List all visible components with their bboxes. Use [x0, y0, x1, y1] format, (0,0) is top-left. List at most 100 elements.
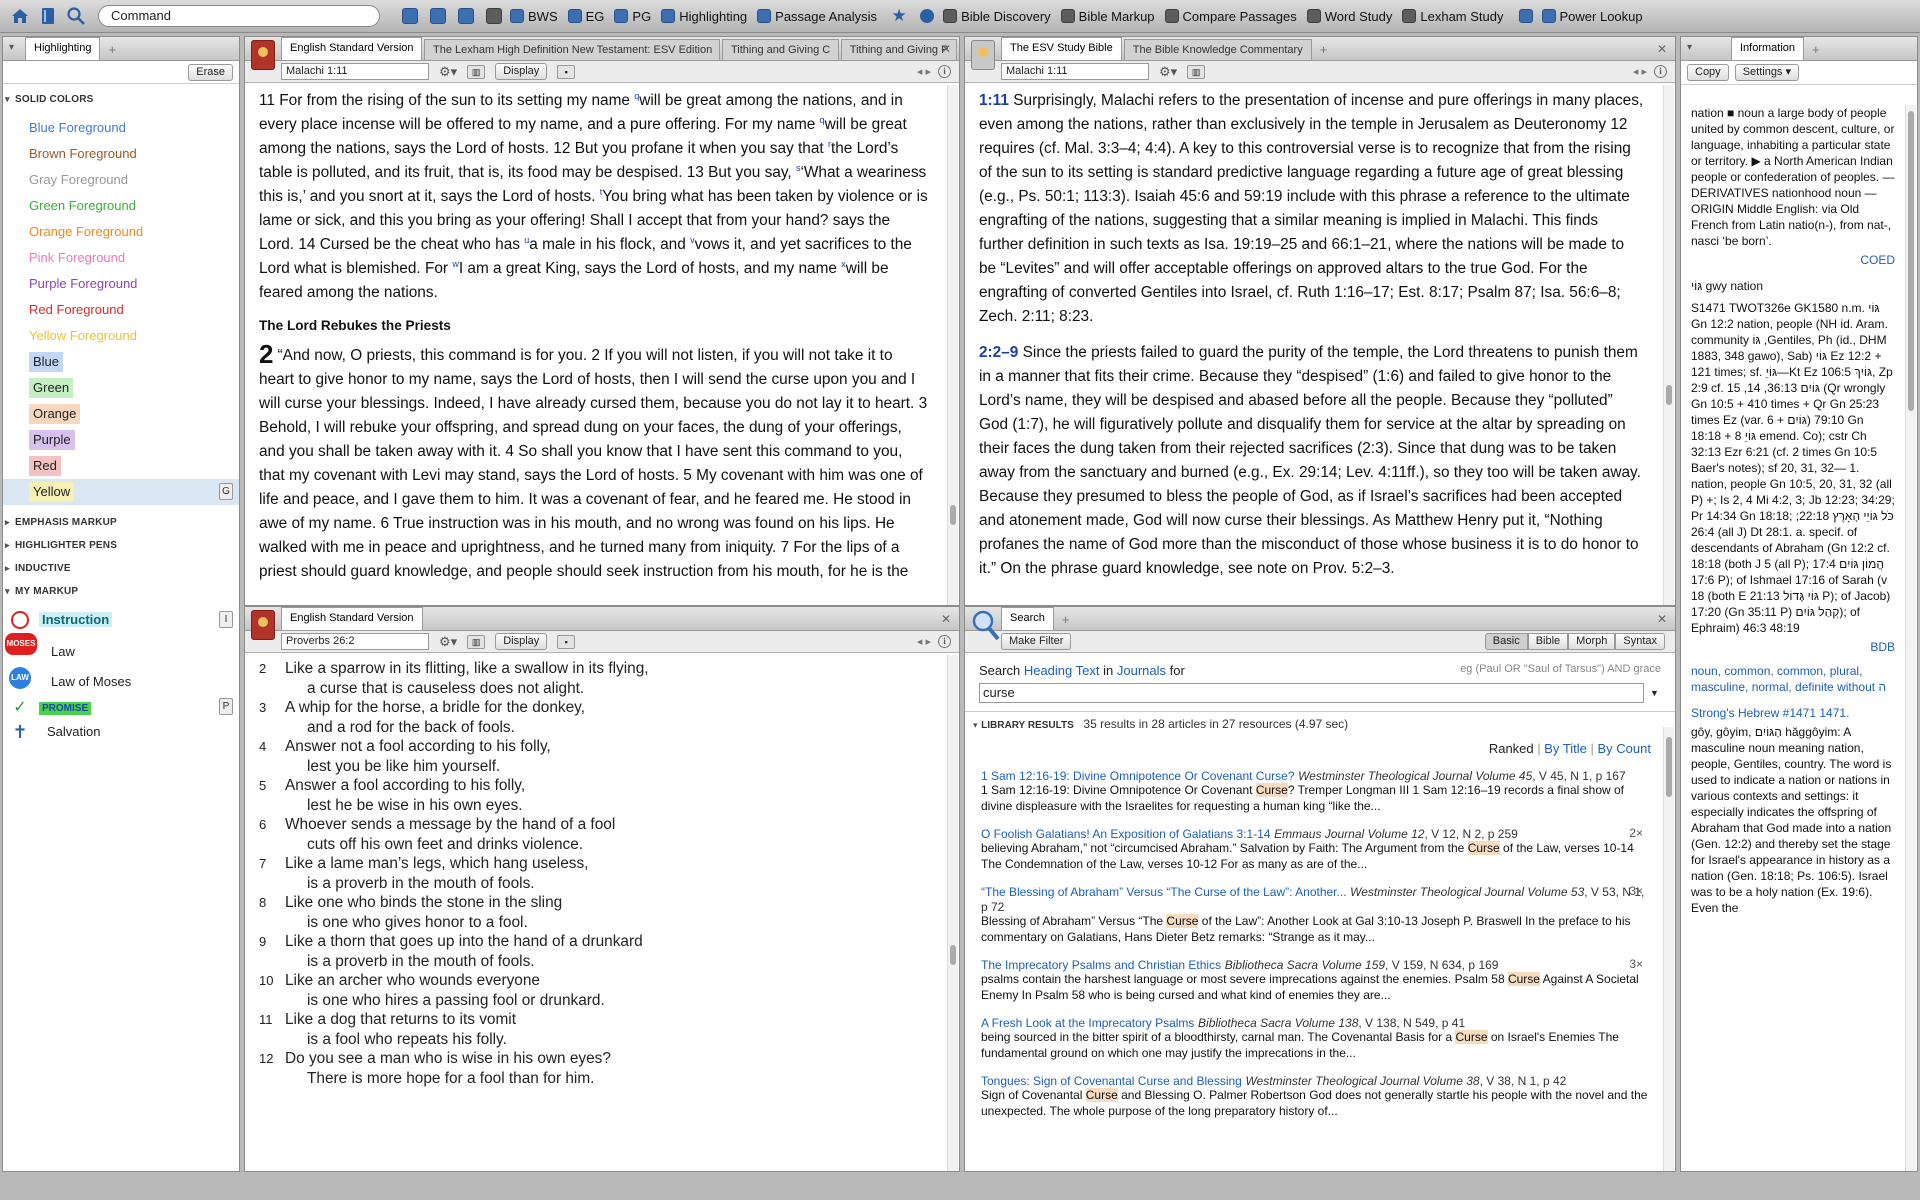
toolbar-power-lookup[interactable]: Power Lookup [1541, 9, 1643, 24]
verse-number[interactable]: 3 [259, 698, 266, 718]
toolbar-word-study[interactable]: Word Study [1306, 9, 1392, 24]
style-yellow-foreground[interactable]: Yellow Foreground [3, 323, 239, 349]
toolbar-compare-passages[interactable]: Compare Passages [1164, 9, 1297, 24]
esv-resource-icon[interactable] [251, 40, 275, 70]
tab-esv[interactable]: English Standard Version [281, 607, 423, 630]
note-reference[interactable]: 1:11 [979, 92, 1009, 109]
search-result[interactable]: Tongues: Sign of Covenantal Curse and Bl… [981, 1073, 1649, 1119]
parallel-resources-icon[interactable]: ▥ [1187, 64, 1206, 79]
reference-box[interactable]: Malachi 1:11 [1001, 63, 1149, 80]
strongs-heading[interactable]: Strong's Hebrew #1471 1471. [1691, 705, 1895, 721]
toolbar-passage-analysis[interactable]: Passage Analysis [757, 9, 877, 24]
sort-by-title[interactable]: By Title [1544, 741, 1587, 756]
result-title[interactable]: A Fresh Look at the Imprecatory Psalms [981, 1016, 1194, 1030]
search-result[interactable]: “The Blessing of Abraham” Versus “The Cu… [981, 884, 1649, 945]
toolbar-eg[interactable]: EG [567, 9, 604, 24]
verse-number[interactable]: 6 [259, 815, 266, 835]
coed-link[interactable]: COED [1691, 252, 1895, 268]
display-button[interactable]: Display [495, 633, 548, 650]
style-orange-foreground[interactable]: Orange Foreground [3, 219, 239, 245]
display-button[interactable]: Display [495, 63, 548, 80]
panel-menu-chevron-icon[interactable]: ▾ [1687, 42, 1692, 53]
star-icon[interactable]: ★ [887, 4, 911, 28]
add-tab-icon[interactable]: + [102, 42, 122, 60]
section-emphasis-markup[interactable]: EMPHASIS MARKUP [3, 511, 239, 534]
toolbar-bws[interactable]: BWS [510, 9, 558, 24]
style-brown-foreground[interactable]: Brown Foreground [3, 141, 239, 167]
globe-icon[interactable] [915, 4, 939, 28]
link-set-icon[interactable]: ⚙▾ [1159, 64, 1177, 80]
markup-salvation[interactable]: ✝ Salvation [3, 719, 239, 744]
esv-resource-icon[interactable] [251, 610, 275, 640]
verse-number[interactable]: 8 [259, 893, 266, 913]
search-result[interactable]: The Imprecatory Psalms and Christian Eth… [981, 957, 1649, 1003]
result-source[interactable]: Bibliotheca Sacra Volume 159 [1225, 958, 1385, 972]
parallel-resources-icon[interactable]: ▥ [467, 64, 486, 79]
close-icon[interactable]: ✕ [941, 612, 951, 626]
style-purple-foreground[interactable]: Purple Foreground [3, 271, 239, 297]
result-source[interactable]: Westminster Theological Journal Volume 5… [1350, 885, 1584, 899]
toolbar-pg[interactable]: PG [614, 9, 651, 24]
result-title[interactable]: “The Blessing of Abraham” Versus “The Cu… [981, 885, 1347, 899]
verse-number[interactable]: 11 [259, 1010, 273, 1030]
history-dropdown-icon[interactable]: ▼ [1650, 688, 1659, 698]
style-red[interactable]: Red [3, 453, 239, 479]
reference-box[interactable]: Proverbs 26:2 [281, 633, 429, 650]
section-solid-colors[interactable]: SOLID COLORS [3, 88, 239, 111]
tab-lexham-hd[interactable]: The Lexham High Definition New Testament… [423, 39, 720, 60]
section-inductive[interactable]: INDUCTIVE [3, 557, 239, 580]
toolbar-lexham-study[interactable]: Lexham Study [1402, 9, 1504, 24]
add-tab-icon[interactable]: + [1806, 42, 1826, 60]
tool-icon-3[interactable] [454, 4, 478, 28]
verse-number[interactable]: 2 [259, 659, 266, 679]
toolbar-highlighting[interactable]: Highlighting [661, 9, 747, 24]
home-icon[interactable] [8, 4, 32, 28]
style-green[interactable]: Green [3, 375, 239, 401]
sort-ranked[interactable]: Ranked [1489, 741, 1534, 756]
study-resource-icon[interactable] [971, 40, 995, 70]
sort-by-count[interactable]: By Count [1598, 741, 1651, 756]
link-set-icon[interactable]: ⚙▾ [439, 634, 457, 650]
style-red-foreground[interactable]: Red Foreground [3, 297, 239, 323]
toolbar-bible-markup[interactable]: Bible Markup [1060, 9, 1155, 24]
tab-esv[interactable]: English Standard Version [281, 37, 422, 60]
verse-number[interactable]: 9 [259, 932, 266, 952]
back-forward-icon[interactable]: ◂ ▸ [917, 65, 931, 78]
search-input[interactable]: curse [979, 683, 1644, 703]
toolbar-bible-discovery[interactable]: Bible Discovery [943, 9, 1051, 24]
mode-morph[interactable]: Morph [1568, 633, 1616, 650]
search-icon[interactable] [64, 4, 88, 28]
field-dropdown[interactable]: Heading Text [1024, 663, 1100, 678]
back-forward-icon[interactable]: ◂ ▸ [1633, 65, 1647, 78]
bdb-link[interactable]: BDB [1691, 639, 1895, 655]
style-orange[interactable]: Orange [3, 401, 239, 427]
result-source[interactable]: Emmaus Journal Volume 12 [1274, 827, 1424, 841]
add-tab-icon[interactable]: + [1056, 612, 1076, 630]
scroll-thumb[interactable] [950, 505, 956, 525]
result-source[interactable]: Westminster Theological Journal Volume 4… [1298, 769, 1532, 783]
verse-number[interactable]: 10 [259, 971, 273, 991]
result-title[interactable]: O Foolish Galatians! An Exposition of Ga… [981, 827, 1271, 841]
command-box[interactable]: Command [98, 5, 380, 27]
scroll-thumb[interactable] [1666, 737, 1672, 797]
section-highlighter-pens[interactable]: HIGHLIGHTER PENS [3, 534, 239, 557]
tab-esv-study-bible[interactable]: The ESV Study Bible [1001, 37, 1122, 60]
search-panel-icon[interactable] [971, 609, 1001, 646]
tab-information[interactable]: Information [1731, 37, 1805, 60]
print-icon[interactable]: ▪ [557, 634, 576, 649]
style-pink-foreground[interactable]: Pink Foreground [3, 245, 239, 271]
hand-tool-icon[interactable] [482, 4, 506, 28]
mode-bible[interactable]: Bible [1527, 633, 1569, 650]
verse-number[interactable]: 5 [259, 776, 266, 796]
collapse-triangle-icon[interactable]: ▾ [973, 720, 978, 730]
information-scrollbar[interactable] [1905, 105, 1916, 1171]
morphology-links[interactable]: noun, common, common, plural, masculine,… [1691, 663, 1895, 695]
result-source[interactable]: Bibliotheca Sacra Volume 138 [1198, 1016, 1358, 1030]
tab-search[interactable]: Search [1001, 607, 1054, 630]
close-icon[interactable]: ✕ [1657, 612, 1667, 626]
erase-button[interactable]: Erase [188, 63, 233, 81]
note-reference[interactable]: 2:2–9 [979, 344, 1018, 361]
info-icon[interactable]: i [938, 65, 951, 78]
verse-number[interactable]: 12 [259, 1049, 273, 1069]
esv-scrollbar[interactable] [947, 85, 958, 605]
